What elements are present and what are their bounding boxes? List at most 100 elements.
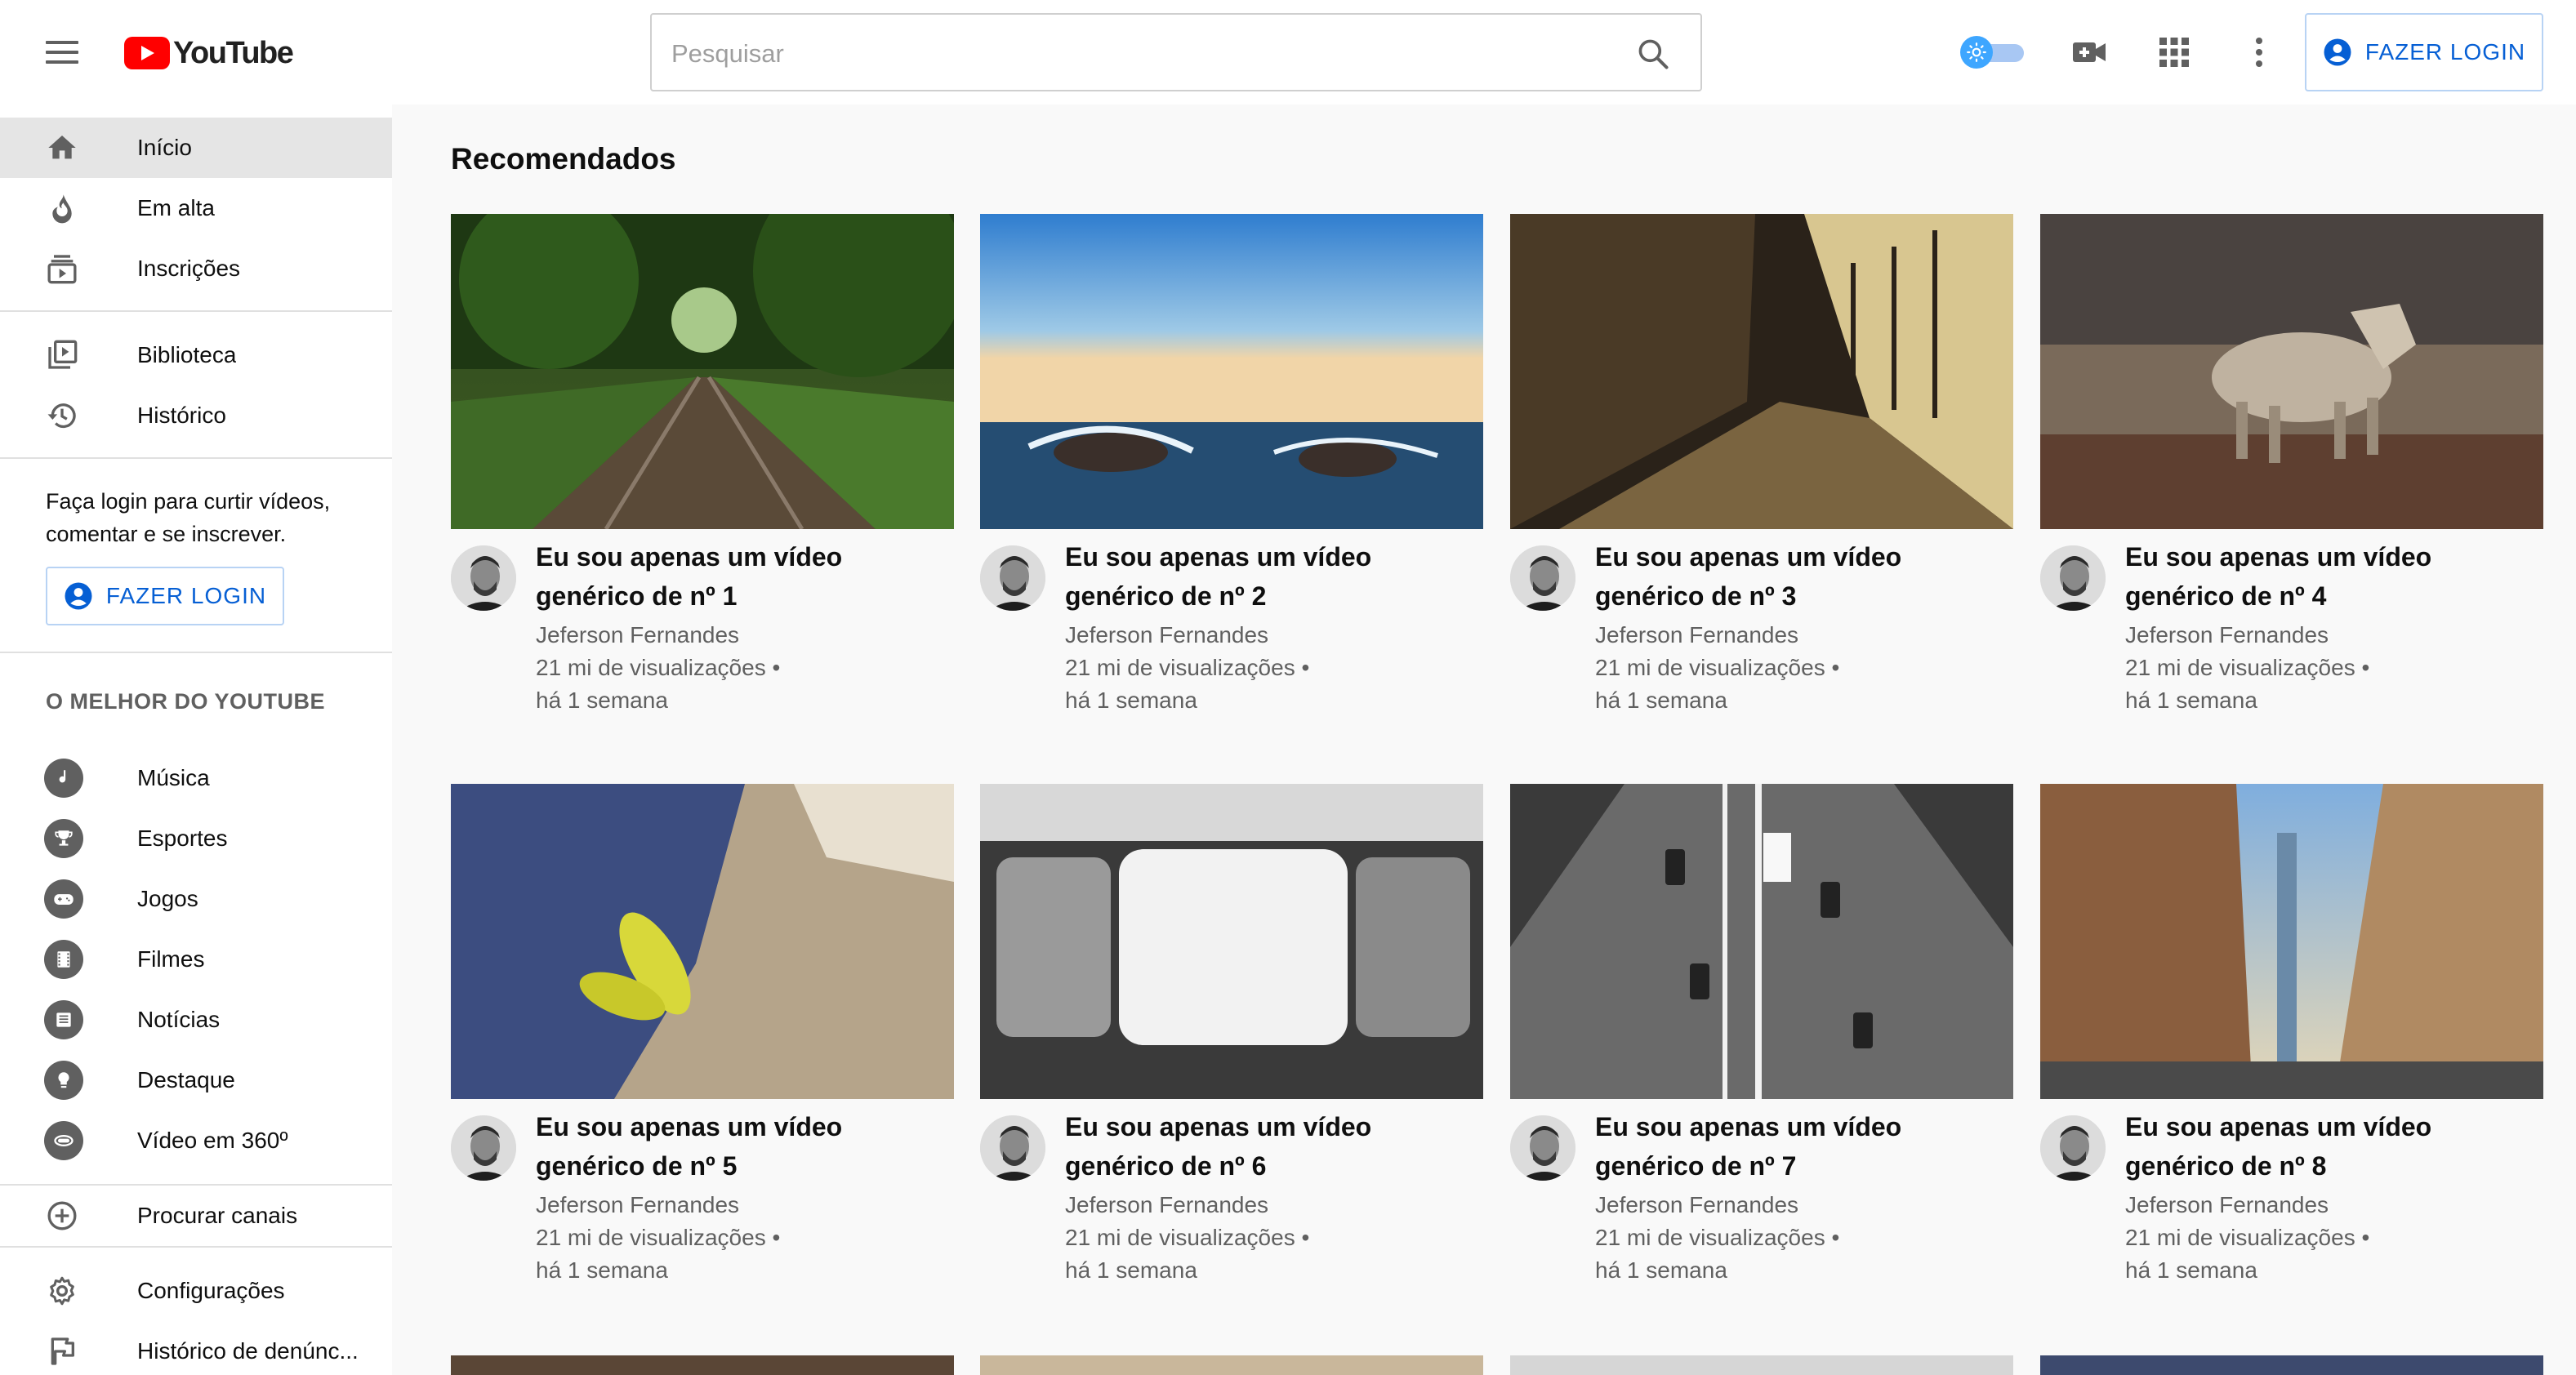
sidebar-item-browse-channels[interactable]: Procurar canais bbox=[0, 1186, 392, 1246]
sidebar-item-music[interactable]: Música bbox=[0, 748, 392, 808]
video-thumbnail[interactable] bbox=[451, 214, 954, 529]
view-count: 21 mi de visualizações • bbox=[1595, 1225, 1840, 1250]
channel-avatar[interactable] bbox=[2040, 1115, 2106, 1181]
channel-avatar[interactable] bbox=[451, 545, 516, 611]
channel-avatar[interactable] bbox=[980, 545, 1045, 611]
flag-icon bbox=[51, 1337, 75, 1365]
sidebar-item-home[interactable]: Início bbox=[0, 118, 392, 178]
channel-avatar[interactable] bbox=[1510, 1115, 1575, 1181]
video-thumbnail[interactable] bbox=[980, 1355, 1483, 1375]
video-title[interactable]: Eu sou apenas um vídeo genérico de nº 5 bbox=[536, 1107, 944, 1186]
channel-name[interactable]: Jeferson Fernandes bbox=[536, 1189, 944, 1221]
sidebar-item-report-history[interactable]: Histórico de denúnc... bbox=[0, 1321, 392, 1375]
thumbnail-image bbox=[980, 214, 1483, 529]
sidebar-divider bbox=[0, 652, 392, 653]
sidebar-item-trending[interactable]: Em alta bbox=[0, 178, 392, 238]
video-title[interactable]: Eu sou apenas um vídeo genérico de nº 7 bbox=[1595, 1107, 2003, 1186]
search-box bbox=[650, 13, 1702, 91]
add-circle-icon bbox=[47, 1201, 77, 1230]
video-thumbnail[interactable] bbox=[451, 784, 954, 1099]
video-card[interactable]: Eu sou apenas um vídeo genérico de nº 6 … bbox=[980, 784, 1483, 1306]
sidebar-item-360-video[interactable]: Vídeo em 360º bbox=[0, 1110, 392, 1171]
video-thumbnail[interactable] bbox=[2040, 784, 2543, 1099]
video-thumbnail[interactable] bbox=[980, 214, 1483, 529]
video-title[interactable]: Eu sou apenas um vídeo genérico de nº 2 bbox=[1065, 537, 1473, 616]
channel-name[interactable]: Jeferson Fernandes bbox=[2125, 1189, 2534, 1221]
login-button-label: FAZER LOGIN bbox=[105, 583, 267, 608]
channel-name[interactable]: Jeferson Fernandes bbox=[536, 619, 944, 652]
apps-grid-icon[interactable] bbox=[2155, 33, 2194, 72]
search-icon[interactable] bbox=[1635, 36, 1671, 72]
video-title[interactable]: Eu sou apenas um vídeo genérico de nº 1 bbox=[536, 537, 944, 616]
login-button[interactable]: FAZER LOGIN bbox=[2305, 13, 2543, 91]
channel-avatar[interactable] bbox=[2040, 545, 2106, 611]
sidebar-item-featured[interactable]: Destaque bbox=[0, 1050, 392, 1110]
sidebar-item-sports[interactable]: Esportes bbox=[0, 808, 392, 869]
thumbnail-image bbox=[980, 784, 1483, 1099]
sidebar-item-label: Histórico de denúnc... bbox=[137, 1338, 359, 1364]
gear-icon bbox=[50, 1276, 74, 1306]
sidebar-item-label: Música bbox=[137, 765, 210, 790]
video-thumbnail[interactable] bbox=[451, 1355, 954, 1375]
theme-toggle[interactable] bbox=[1960, 36, 2026, 69]
video-title[interactable]: Eu sou apenas um vídeo genérico de nº 6 bbox=[1065, 1107, 1473, 1186]
sidebar-item-gaming[interactable]: Jogos bbox=[0, 869, 392, 929]
video-title[interactable]: Eu sou apenas um vídeo genérico de nº 4 bbox=[2125, 537, 2534, 616]
sidebar-item-history[interactable]: Histórico bbox=[0, 385, 392, 446]
channel-avatar[interactable] bbox=[980, 1115, 1045, 1181]
vr-360-icon bbox=[44, 1121, 83, 1160]
video-meta: Jeferson Fernandes 21 mi de visualizaçõe… bbox=[1595, 619, 2003, 717]
video-thumbnail[interactable] bbox=[2040, 1355, 2543, 1375]
sidebar-item-movies[interactable]: Filmes bbox=[0, 929, 392, 990]
sidebar-item-label: Em alta bbox=[137, 195, 215, 220]
channel-avatar[interactable] bbox=[451, 1115, 516, 1181]
video-thumbnail[interactable] bbox=[1510, 1355, 2013, 1375]
video-card[interactable]: Eu sou apenas um vídeo genérico de nº 4 … bbox=[2040, 214, 2543, 736]
sidebar-item-label: Inscrições bbox=[137, 256, 241, 281]
video-meta: Jeferson Fernandes 21 mi de visualizaçõe… bbox=[2125, 1189, 2534, 1287]
sidebar-item-library[interactable]: Biblioteca bbox=[0, 325, 392, 385]
sidebar-item-label: Início bbox=[137, 135, 192, 160]
video-thumbnail[interactable] bbox=[980, 784, 1483, 1099]
upload-age: há 1 semana bbox=[1595, 1257, 1727, 1283]
video-card[interactable]: Eu sou apenas um vídeo genérico de nº 7 … bbox=[1510, 784, 2013, 1306]
video-card[interactable]: Eu sou apenas um vídeo genérico de nº 5 … bbox=[451, 784, 954, 1306]
fire-icon bbox=[52, 194, 72, 224]
sidebar-login-button[interactable]: FAZER LOGIN bbox=[46, 567, 284, 625]
home-icon bbox=[48, 136, 76, 159]
view-count: 21 mi de visualizações • bbox=[2125, 1225, 2370, 1250]
youtube-logo[interactable]: YouTube bbox=[124, 33, 294, 73]
upload-age: há 1 semana bbox=[2125, 1257, 2257, 1283]
video-title[interactable]: Eu sou apenas um vídeo genérico de nº 3 bbox=[1595, 537, 2003, 616]
sidebar-item-subscriptions[interactable]: Inscrições bbox=[0, 238, 392, 299]
channel-name[interactable]: Jeferson Fernandes bbox=[2125, 619, 2534, 652]
sidebar-item-settings[interactable]: Configurações bbox=[0, 1261, 392, 1321]
channel-name[interactable]: Jeferson Fernandes bbox=[1595, 619, 2003, 652]
channel-name[interactable]: Jeferson Fernandes bbox=[1065, 619, 1473, 652]
video-title[interactable]: Eu sou apenas um vídeo genérico de nº 8 bbox=[2125, 1107, 2534, 1186]
video-camera-icon[interactable] bbox=[2070, 33, 2109, 72]
video-thumbnail[interactable] bbox=[1510, 214, 2013, 529]
sidebar-item-news[interactable]: Notícias bbox=[0, 990, 392, 1050]
video-thumbnail[interactable] bbox=[1510, 784, 2013, 1099]
video-card[interactable]: Eu sou apenas um vídeo genérico de nº 8 … bbox=[2040, 784, 2543, 1306]
view-count: 21 mi de visualizações • bbox=[536, 1225, 781, 1250]
account-circle-icon bbox=[65, 582, 92, 610]
channel-name[interactable]: Jeferson Fernandes bbox=[1065, 1189, 1473, 1221]
video-card[interactable]: Eu sou apenas um vídeo genérico de nº 1 … bbox=[451, 214, 954, 736]
sidebar-item-label: Procurar canais bbox=[137, 1203, 298, 1228]
video-meta: Jeferson Fernandes 21 mi de visualizaçõe… bbox=[536, 1189, 944, 1287]
channel-avatar[interactable] bbox=[1510, 545, 1575, 611]
video-meta: Jeferson Fernandes 21 mi de visualizaçõe… bbox=[1065, 1189, 1473, 1287]
video-thumbnail[interactable] bbox=[2040, 214, 2543, 529]
more-vert-icon[interactable] bbox=[2240, 33, 2279, 72]
video-card[interactable]: Eu sou apenas um vídeo genérico de nº 2 … bbox=[980, 214, 1483, 736]
search-input[interactable] bbox=[671, 33, 1586, 75]
sidebar-divider bbox=[0, 457, 392, 459]
menu-icon[interactable] bbox=[46, 38, 78, 67]
sidebar-item-label: Biblioteca bbox=[137, 342, 237, 367]
library-icon bbox=[48, 340, 78, 369]
video-card[interactable]: Eu sou apenas um vídeo genérico de nº 3 … bbox=[1510, 214, 2013, 736]
sidebar-item-label: Notícias bbox=[137, 1007, 221, 1032]
channel-name[interactable]: Jeferson Fernandes bbox=[1595, 1189, 2003, 1221]
